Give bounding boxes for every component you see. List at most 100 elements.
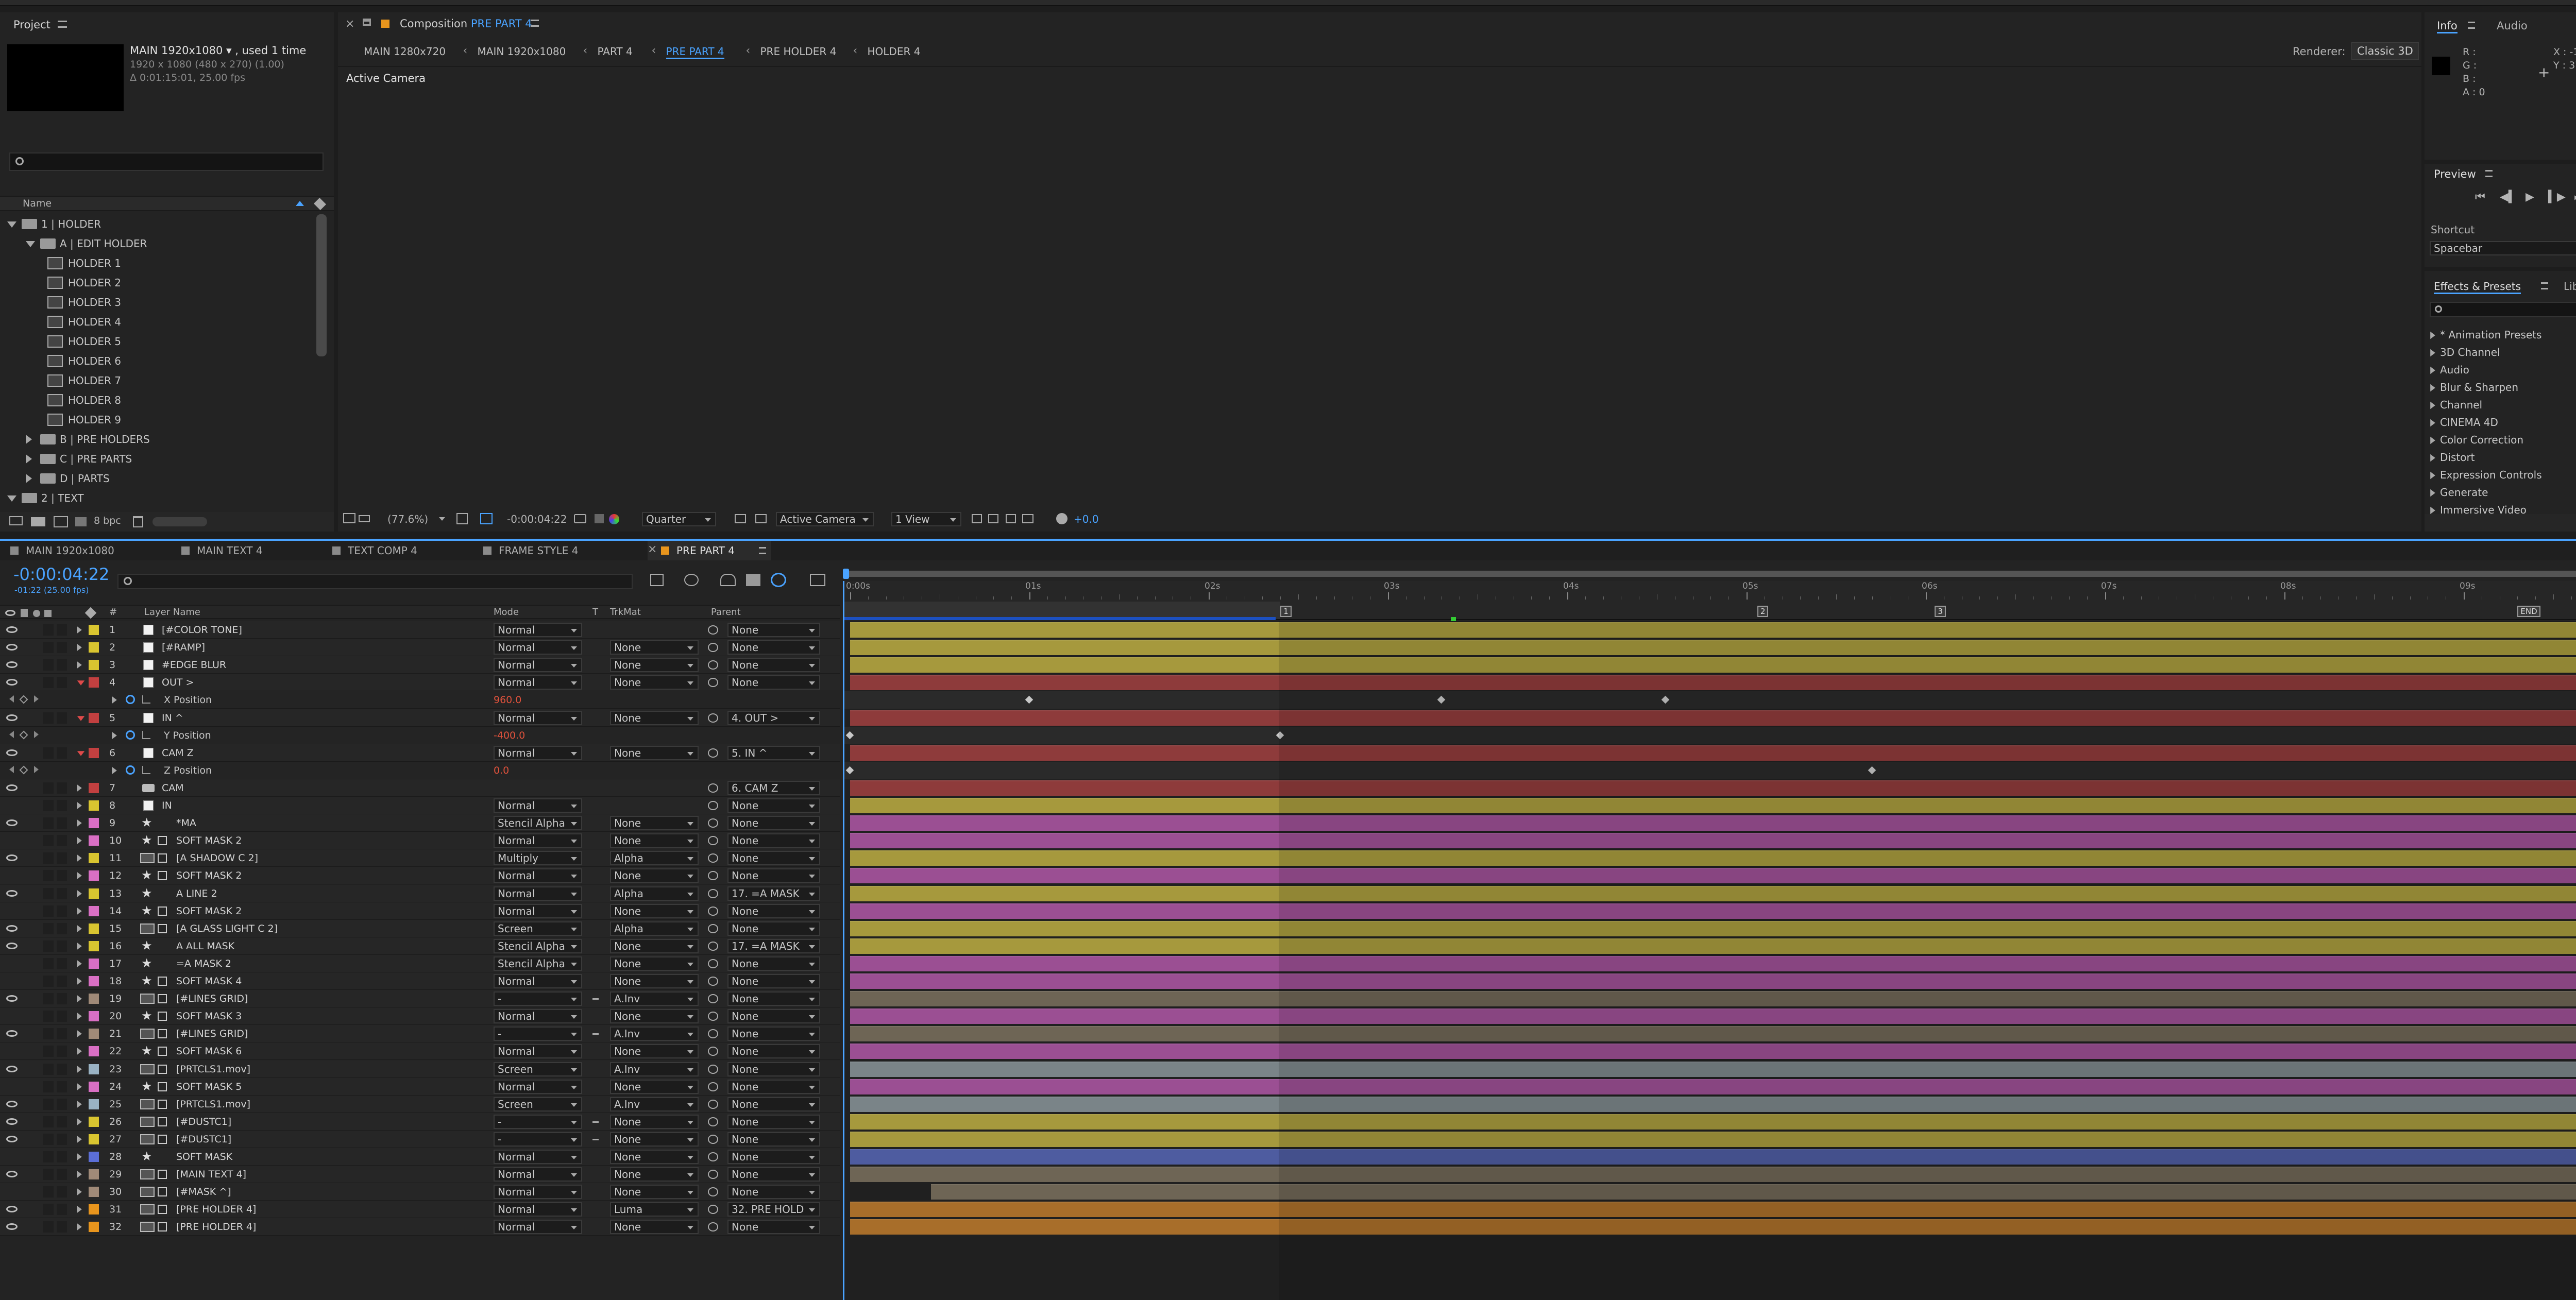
view-layout-select[interactable]: 1 View <box>891 512 961 526</box>
disclosure-closed-icon[interactable] <box>77 1100 82 1108</box>
layer-name[interactable]: SOFT MASK 4 <box>176 976 242 987</box>
disclosure-closed-icon[interactable] <box>77 872 82 880</box>
resolution-select[interactable]: Quarter <box>642 512 716 526</box>
track-matte-select[interactable]: None <box>610 658 699 673</box>
parent-select[interactable]: None <box>727 1044 820 1059</box>
visibility-off-icon[interactable] <box>6 837 18 844</box>
parent-select[interactable]: None <box>727 640 820 655</box>
column-layer-name[interactable]: Layer Name <box>144 607 200 618</box>
label-color-swatch[interactable] <box>89 800 99 811</box>
disclosure-closed-icon[interactable] <box>2430 471 2435 480</box>
comp-marker[interactable]: END <box>2517 606 2540 617</box>
project-scrollbar[interactable] <box>316 214 327 356</box>
visibility-eye-icon[interactable] <box>6 1065 18 1072</box>
disclosure-closed-icon[interactable] <box>77 1153 82 1161</box>
blend-mode-select[interactable]: - <box>494 991 582 1006</box>
layer-row[interactable]: 29 [MAIN TEXT 4] Normal None None <box>0 1166 840 1184</box>
disclosure-closed-icon[interactable] <box>112 766 117 774</box>
layer-row[interactable]: 19 [#LINES GRID] - A.Inv None <box>0 990 840 1008</box>
lock-toggle[interactable] <box>57 800 67 811</box>
blend-mode-select[interactable]: Normal <box>494 675 582 690</box>
keyframe-add-icon[interactable] <box>19 730 28 740</box>
label-color-swatch[interactable] <box>89 1152 99 1162</box>
parent-select[interactable]: None <box>727 1220 820 1235</box>
fx-switch-icon[interactable] <box>158 1064 167 1074</box>
panel-menu-icon[interactable] <box>58 21 67 28</box>
parent-pickwhip-icon[interactable] <box>708 1170 718 1179</box>
blend-mode-select[interactable]: Normal <box>494 640 582 655</box>
visibility-eye-icon[interactable] <box>6 1171 18 1178</box>
parent-pickwhip-icon[interactable] <box>708 941 718 951</box>
disclosure-closed-icon[interactable] <box>26 474 32 483</box>
parent-select[interactable]: None <box>727 1079 820 1094</box>
lock-toggle[interactable] <box>57 993 67 1005</box>
zoom-level[interactable]: (77.6%) <box>387 513 428 525</box>
blend-mode-select[interactable]: Screen <box>494 921 582 936</box>
solo-toggle[interactable] <box>43 1028 54 1040</box>
label-color-swatch[interactable] <box>89 625 99 635</box>
chevron-down-icon[interactable] <box>439 517 445 521</box>
disclosure-open-icon[interactable] <box>77 715 85 721</box>
parent-pickwhip-icon[interactable] <box>708 713 718 723</box>
lock-toggle[interactable] <box>57 1011 67 1022</box>
disclosure-closed-icon[interactable] <box>112 696 117 704</box>
camera-select[interactable]: Active Camera <box>776 512 874 526</box>
property-value[interactable]: -400.0 <box>494 730 525 741</box>
blend-mode-select[interactable]: Screen <box>494 1097 582 1111</box>
keyframe-nav-left-icon[interactable] <box>9 765 14 773</box>
parent-select[interactable]: None <box>727 991 820 1006</box>
play-icon[interactable]: ▶ <box>2526 191 2534 203</box>
disclosure-closed-icon[interactable] <box>77 995 82 1003</box>
transparency-grid-icon[interactable] <box>755 514 767 523</box>
new-comp-icon[interactable] <box>54 516 68 527</box>
timeline-tab[interactable]: TEXT COMP 4 <box>332 541 463 560</box>
fx-switch-icon[interactable] <box>158 1187 167 1197</box>
layer-row[interactable]: 20 ★ SOFT MASK 3 Normal None None <box>0 1007 840 1025</box>
layer-row[interactable]: 4 OUT > Normal None None <box>0 674 840 692</box>
layer-name[interactable]: #EDGE BLUR <box>162 659 226 671</box>
graph-icon[interactable] <box>142 730 150 739</box>
snapshot-icon[interactable] <box>574 514 586 523</box>
parent-select[interactable]: 17. =A MASK <box>727 886 820 901</box>
blend-mode-select[interactable]: Normal <box>494 658 582 673</box>
layer-row[interactable]: 28 ★ SOFT MASK Normal None None <box>0 1148 840 1166</box>
project-tree-item[interactable]: HOLDER 5 <box>0 332 315 351</box>
track-matte-select[interactable]: None <box>610 833 699 848</box>
disclosure-closed-icon[interactable] <box>77 1135 82 1143</box>
parent-pickwhip-icon[interactable] <box>708 906 718 916</box>
close-icon[interactable]: × <box>345 18 354 30</box>
tab-effects-presets[interactable]: Effects & Presets <box>2434 280 2521 294</box>
track-matte-select[interactable]: None <box>610 816 699 831</box>
flowchart-icon[interactable] <box>1022 514 1033 523</box>
label-color-swatch[interactable] <box>89 1046 99 1057</box>
motion-blur-icon[interactable] <box>771 573 786 587</box>
breadcrumb-item[interactable]: MAIN 1280x720 <box>364 45 446 58</box>
region-of-interest-icon[interactable] <box>735 514 746 523</box>
track-matte-select[interactable]: A.Inv <box>610 1027 699 1041</box>
last-frame-icon[interactable]: ⏭ <box>2574 191 2576 203</box>
label-color-swatch[interactable] <box>89 677 99 688</box>
breadcrumb-item[interactable]: HOLDER 4 <box>868 45 921 58</box>
layer-name[interactable]: CAM <box>162 782 184 794</box>
disclosure-closed-icon[interactable] <box>77 643 82 652</box>
solo-toggle[interactable] <box>43 1081 54 1092</box>
layer-name[interactable]: A LINE 2 <box>176 888 217 899</box>
blend-mode-select[interactable]: Screen <box>494 1062 582 1076</box>
visibility-eye-icon[interactable] <box>6 1223 18 1230</box>
visibility-eye-icon[interactable] <box>6 890 18 897</box>
lock-toggle[interactable] <box>57 1133 67 1145</box>
lock-column-icon[interactable] <box>44 610 52 617</box>
track-matte-select[interactable]: None <box>610 1150 699 1164</box>
layer-name[interactable]: [PRE HOLDER 4] <box>176 1221 256 1233</box>
label-color-swatch[interactable] <box>89 888 99 899</box>
project-tree-item[interactable]: HOLDER 1 <box>0 253 315 273</box>
label-color-swatch[interactable] <box>89 818 99 829</box>
track-matte-select[interactable]: None <box>610 1044 699 1059</box>
label-color-swatch[interactable] <box>89 642 99 653</box>
trash-icon[interactable] <box>133 516 143 527</box>
solo-toggle[interactable] <box>43 624 54 636</box>
layer-row[interactable]: 8 IN Normal None <box>0 797 840 815</box>
label-color-swatch[interactable] <box>89 1187 99 1198</box>
parent-pickwhip-icon[interactable] <box>708 783 718 793</box>
track-matte-select[interactable]: None <box>610 710 699 725</box>
